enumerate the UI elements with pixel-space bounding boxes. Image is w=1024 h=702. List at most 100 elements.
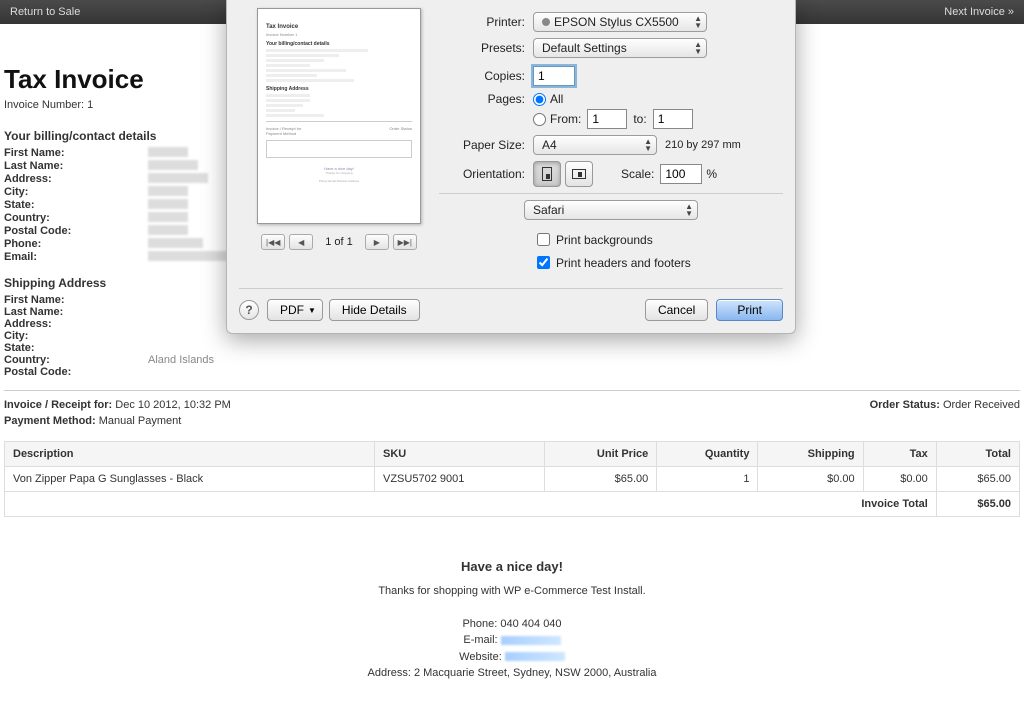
next-invoice-link[interactable]: Next Invoice » xyxy=(944,6,1014,18)
pages-range-radio[interactable] xyxy=(533,113,546,126)
chevron-down-icon: ▼ xyxy=(308,306,316,315)
ship-last-name: Last Name: xyxy=(4,306,148,318)
footer-website-label: Website: xyxy=(459,651,505,663)
pdf-menu-button[interactable]: PDF▼ xyxy=(267,299,323,321)
print-headers-checkbox[interactable] xyxy=(537,256,550,269)
th-unit-price: Unit Price xyxy=(545,442,657,467)
cell-description: Von Zipper Papa G Sunglasses - Black xyxy=(5,467,375,492)
ship-city: City: xyxy=(4,330,148,342)
table-row: Von Zipper Papa G Sunglasses - Black VZS… xyxy=(5,467,1020,492)
footer-email-label: E-mail: xyxy=(463,634,500,646)
ship-address: Address: xyxy=(4,318,148,330)
orientation-portrait-button[interactable] xyxy=(533,161,561,187)
th-description: Description xyxy=(5,442,375,467)
print-backgrounds-checkbox[interactable] xyxy=(537,233,550,246)
hide-details-button[interactable]: Hide Details xyxy=(329,299,420,321)
portrait-icon xyxy=(542,167,552,181)
separator xyxy=(4,390,1020,391)
pages-to-label: to: xyxy=(633,112,646,126)
landscape-icon xyxy=(572,169,586,179)
th-shipping: Shipping xyxy=(758,442,863,467)
footer-address: Address: 2 Macquarie Street, Sydney, NSW… xyxy=(4,665,1020,682)
ship-first-name: First Name: xyxy=(4,294,148,306)
pages-all-label: All xyxy=(550,92,563,106)
paper-size-label: Paper Size: xyxy=(439,138,533,152)
receipt-value: Dec 10 2012, 10:32 PM xyxy=(115,399,231,411)
print-backgrounds-label: Print backgrounds xyxy=(556,233,653,247)
print-dialog: Tax Invoice Invoice Number 1 Your billin… xyxy=(226,0,796,334)
app-options-select[interactable]: Safari ▲▼ xyxy=(524,200,698,220)
invoice-total-label: Invoice Total xyxy=(5,492,937,517)
orientation-label: Orientation: xyxy=(439,167,533,181)
table-total-row: Invoice Total $65.00 xyxy=(5,492,1020,517)
thanks-line: Thanks for shopping with WP e-Commerce T… xyxy=(4,583,1020,600)
footer-website-value xyxy=(505,652,565,661)
cell-sku: VZSU5702 9001 xyxy=(375,467,545,492)
cell-total: $65.00 xyxy=(936,467,1019,492)
footer-phone: Phone: 040 404 040 xyxy=(4,616,1020,633)
help-button[interactable]: ? xyxy=(239,300,259,320)
label-first-name: First Name: xyxy=(4,147,148,160)
scale-input[interactable] xyxy=(660,164,702,184)
preview-title: Tax Invoice xyxy=(266,24,412,30)
printer-status-icon xyxy=(542,18,550,26)
printer-label: Printer: xyxy=(439,15,533,29)
label-state: State: xyxy=(4,199,148,212)
items-table: Description SKU Unit Price Quantity Ship… xyxy=(4,441,1020,517)
print-button[interactable]: Print xyxy=(716,299,783,321)
invoice-total-value: $65.00 xyxy=(936,492,1019,517)
chevron-updown-icon: ▲▼ xyxy=(685,203,693,217)
label-address: Address: xyxy=(4,173,148,186)
pages-all-radio[interactable] xyxy=(533,93,546,106)
copies-label: Copies: xyxy=(439,69,533,83)
orientation-landscape-button[interactable] xyxy=(565,161,593,187)
return-to-sale-link[interactable]: Return to Sale xyxy=(10,6,80,18)
chevron-updown-icon: ▲▼ xyxy=(694,15,702,29)
cell-shipping: $0.00 xyxy=(758,467,863,492)
th-tax: Tax xyxy=(863,442,936,467)
chevron-updown-icon: ▲▼ xyxy=(694,41,702,55)
printer-select[interactable]: EPSON Stylus CX5500 ▲▼ xyxy=(533,12,707,32)
preview-nav: |◀◀ ◀ 1 of 1 ▶ ▶▶| xyxy=(239,234,439,250)
presets-select[interactable]: Default Settings ▲▼ xyxy=(533,38,707,58)
label-country: Country: xyxy=(4,212,148,225)
presets-label: Presets: xyxy=(439,41,533,55)
cell-quantity: 1 xyxy=(657,467,758,492)
nice-day: Have a nice day! xyxy=(4,557,1020,577)
pages-to-input[interactable] xyxy=(653,109,693,129)
receipt-label: Invoice / Receipt for: xyxy=(4,399,112,411)
label-postal-code: Postal Code: xyxy=(4,225,148,238)
ship-country-value: Aland Islands xyxy=(148,354,214,366)
ship-postal-code: Postal Code: xyxy=(4,366,148,378)
label-email: Email: xyxy=(4,251,148,264)
footer-email-value xyxy=(501,636,561,645)
paper-size-select[interactable]: A4 ▲▼ xyxy=(533,135,657,155)
pages-from-label: From: xyxy=(550,112,581,126)
pages-label: Pages: xyxy=(439,92,533,106)
copies-input[interactable] xyxy=(533,66,575,86)
label-phone: Phone: xyxy=(4,238,148,251)
order-status-label: Order Status: xyxy=(870,399,940,411)
print-preview-column: Tax Invoice Invoice Number 1 Your billin… xyxy=(239,2,439,276)
order-status-value: Order Received xyxy=(943,399,1020,411)
th-sku: SKU xyxy=(375,442,545,467)
scale-percent: % xyxy=(706,167,717,181)
label-city: City: xyxy=(4,186,148,199)
first-page-button[interactable]: |◀◀ xyxy=(261,234,285,250)
last-page-button[interactable]: ▶▶| xyxy=(393,234,417,250)
payment-method-value: Manual Payment xyxy=(99,415,182,427)
cancel-button[interactable]: Cancel xyxy=(645,299,708,321)
next-page-button[interactable]: ▶ xyxy=(365,234,389,250)
th-quantity: Quantity xyxy=(657,442,758,467)
chevron-updown-icon: ▲▼ xyxy=(644,138,652,152)
page-indicator: 1 of 1 xyxy=(325,236,353,248)
meta-line: Invoice / Receipt for: Dec 10 2012, 10:3… xyxy=(4,399,1020,411)
label-last-name: Last Name: xyxy=(4,160,148,173)
pages-from-input[interactable] xyxy=(587,109,627,129)
cell-unit-price: $65.00 xyxy=(545,467,657,492)
cell-tax: $0.00 xyxy=(863,467,936,492)
th-total: Total xyxy=(936,442,1019,467)
scale-label: Scale: xyxy=(621,167,654,181)
ship-state: State: xyxy=(4,342,148,354)
prev-page-button[interactable]: ◀ xyxy=(289,234,313,250)
